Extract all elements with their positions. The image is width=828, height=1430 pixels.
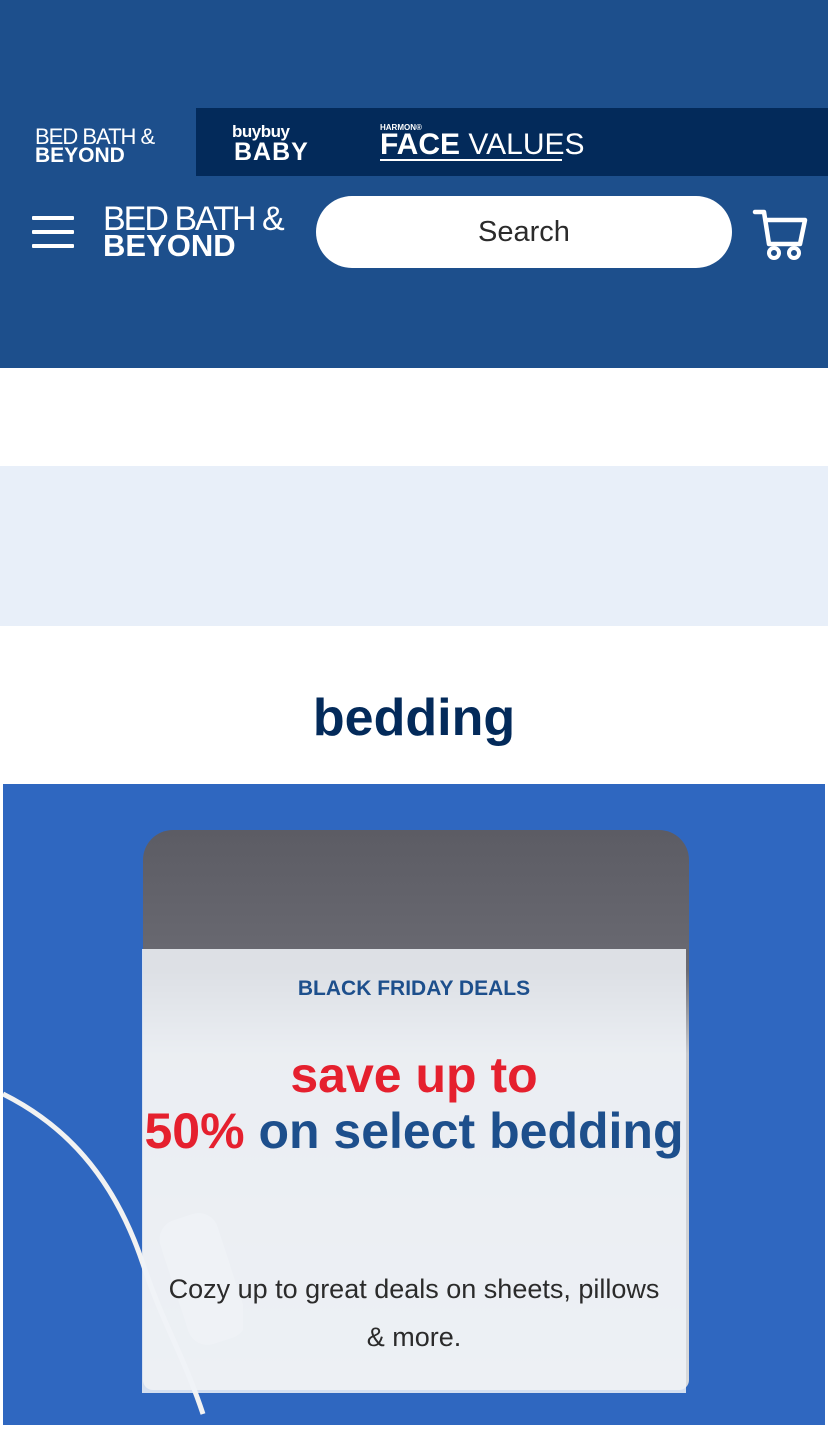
search-input[interactable] [316, 196, 732, 268]
promo-headline-red-2: 50% [144, 1103, 245, 1159]
menu-icon-bar [32, 244, 74, 248]
promo-body: Cozy up to great deals on sheets, pillow… [168, 1274, 660, 1352]
brand-face-rest: VALUES [460, 128, 585, 161]
promo-card: BLACK FRIDAY DEALS save up to 50% on sel… [142, 949, 686, 1393]
brand-link-bed-bath-beyond[interactable]: BED BATH & BEYOND [35, 108, 159, 176]
menu-icon-bar [32, 230, 74, 234]
brand-bbb-line2: BEYOND [35, 144, 125, 167]
brand-link-buybuy-baby[interactable]: buybuy BABY [232, 108, 312, 176]
page-title: bedding [312, 689, 516, 747]
menu-icon[interactable] [32, 216, 74, 250]
promo-headline-red-1: save up to [290, 1047, 538, 1103]
brand-link-harmon-face-values[interactable]: HARMON® FACE VALUES [380, 108, 585, 176]
promo-banner-placeholder [0, 466, 828, 626]
promo-eyebrow: BLACK FRIDAY DEALS [297, 977, 531, 1000]
brand-face-underline [380, 159, 562, 161]
site-header: BED BATH & BEYOND buybuy BABY HARMON® FA… [0, 0, 828, 368]
promo-headline: save up to 50% on select bedding [142, 1047, 686, 1159]
site-logo[interactable]: BED BATH & BEYOND [103, 200, 285, 263]
brand-face-bold: FACE [380, 128, 461, 161]
cart-icon[interactable] [752, 206, 808, 262]
brand-switcher-bar: BED BATH & BEYOND buybuy BABY HARMON® FA… [0, 108, 828, 176]
brand-baby-line2: BABY [234, 138, 309, 166]
menu-icon-bar [32, 216, 74, 220]
promo-headline-blue: on select bedding [244, 1103, 684, 1159]
brand-face-wordmark: FACE VALUES [380, 128, 585, 162]
site-logo-line2: BEYOND [103, 228, 236, 263]
